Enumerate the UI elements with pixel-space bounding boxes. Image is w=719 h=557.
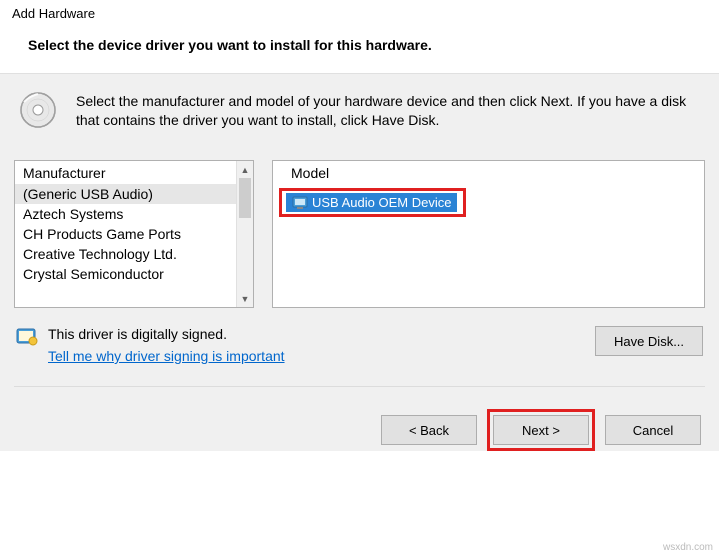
- model-item-label: USB Audio OEM Device: [312, 195, 451, 210]
- signing-row: This driver is digitally signed. Tell me…: [0, 312, 719, 370]
- window-title: Add Hardware: [0, 0, 719, 23]
- manufacturer-header: Manufacturer: [15, 161, 253, 184]
- content-panel: Select the manufacturer and model of you…: [0, 73, 719, 451]
- cd-drive-icon: [18, 90, 58, 130]
- scroll-up-arrow[interactable]: ▲: [237, 161, 253, 178]
- wizard-footer: < Back Next > Cancel: [0, 387, 719, 451]
- scroll-down-arrow[interactable]: ▼: [237, 290, 253, 307]
- info-section: Select the manufacturer and model of you…: [0, 74, 719, 160]
- page-instruction: Select the device driver you want to ins…: [0, 23, 719, 73]
- signing-info-link[interactable]: Tell me why driver signing is important: [48, 348, 285, 364]
- have-disk-button[interactable]: Have Disk...: [595, 326, 703, 356]
- manufacturer-item[interactable]: Creative Technology Ltd.: [15, 244, 253, 264]
- certificate-icon: [16, 328, 38, 346]
- manufacturer-item[interactable]: CH Products Game Ports: [15, 224, 253, 244]
- back-button[interactable]: < Back: [381, 415, 477, 445]
- model-header: Model: [273, 161, 704, 184]
- next-button[interactable]: Next >: [493, 415, 589, 445]
- manufacturer-item[interactable]: Crystal Semiconductor: [15, 264, 253, 284]
- signing-status: This driver is digitally signed.: [48, 326, 285, 342]
- cancel-button[interactable]: Cancel: [605, 415, 701, 445]
- model-item[interactable]: USB Audio OEM Device: [286, 193, 457, 212]
- manufacturer-scrollbar[interactable]: ▲ ▼: [236, 161, 253, 307]
- manufacturer-listbox[interactable]: Manufacturer (Generic USB Audio) Aztech …: [14, 160, 254, 308]
- manufacturer-item[interactable]: Aztech Systems: [15, 204, 253, 224]
- info-text: Select the manufacturer and model of you…: [76, 90, 695, 130]
- device-icon: [292, 196, 308, 210]
- manufacturer-item[interactable]: (Generic USB Audio): [15, 184, 253, 204]
- highlight-annotation: USB Audio OEM Device: [279, 188, 466, 217]
- watermark: wsxdn.com: [663, 542, 713, 553]
- selection-lists: Manufacturer (Generic USB Audio) Aztech …: [0, 160, 719, 312]
- model-listbox[interactable]: Model USB Audio OEM Device: [272, 160, 705, 308]
- highlight-annotation: Next >: [487, 409, 595, 451]
- scroll-thumb[interactable]: [239, 178, 251, 218]
